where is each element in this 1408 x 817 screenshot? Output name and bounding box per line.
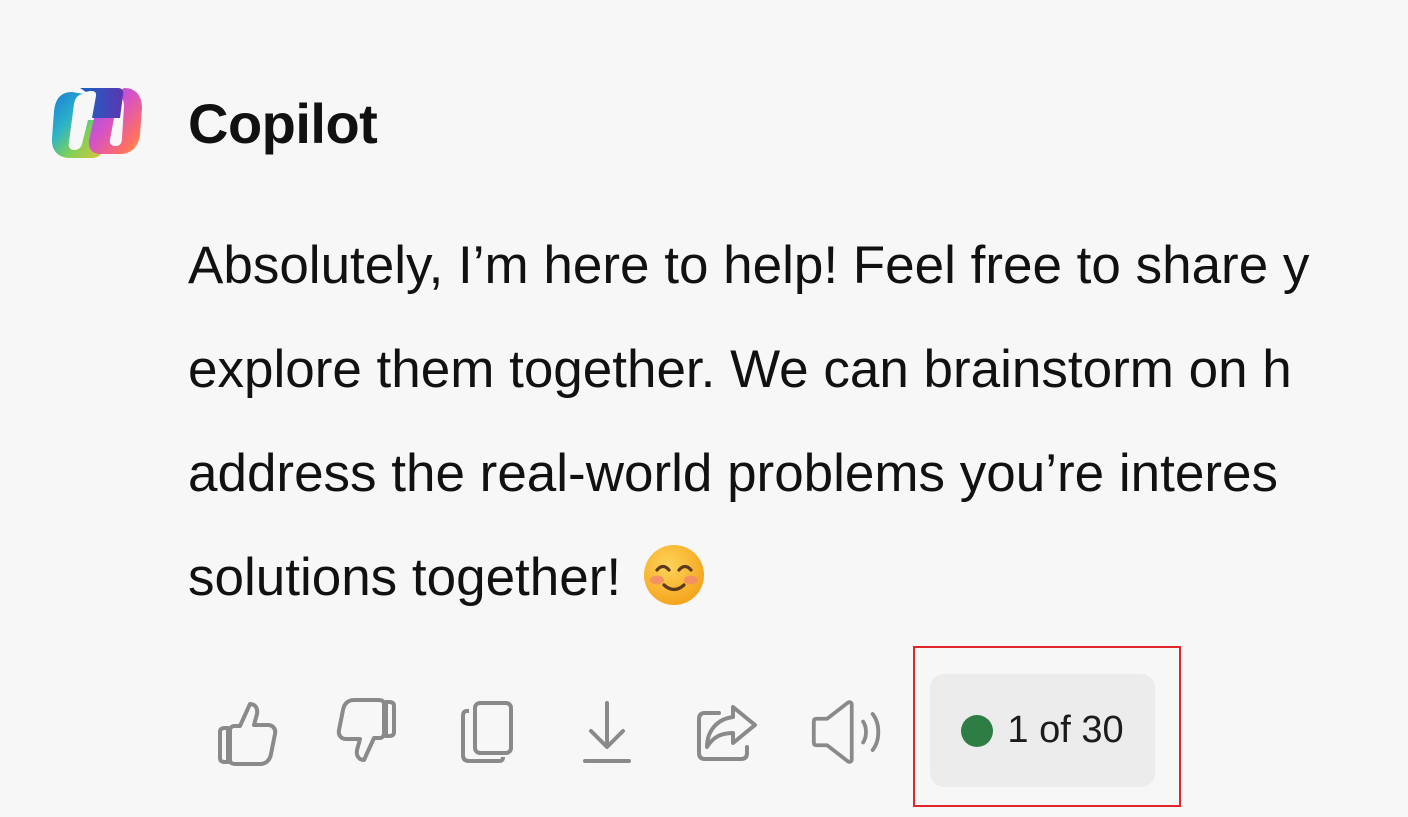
assistant-message: Absolutely, I’m here to help! Feel free …: [188, 214, 1408, 630]
smiling-face-icon: [644, 545, 705, 605]
response-counter[interactable]: 1 of 30: [930, 674, 1155, 787]
thumbs-down-icon: [336, 698, 396, 762]
export-button[interactable]: [570, 690, 644, 774]
message-line: Absolutely, I’m here to help! Feel free …: [188, 236, 1310, 295]
speaker-icon: [811, 700, 881, 764]
download-icon: [583, 701, 631, 763]
read-aloud-button[interactable]: [810, 690, 884, 774]
message-line: solutions together!: [188, 548, 622, 607]
message-line-last: solutions together!: [188, 526, 1408, 630]
response-counter-label: 1 of 30: [1007, 709, 1124, 751]
message-line: explore them together. We can brainstorm…: [188, 340, 1292, 399]
message-line: address the real-world problems you’re i…: [188, 444, 1278, 503]
dislike-button[interactable]: [330, 690, 404, 774]
copilot-logo-icon: [52, 88, 142, 158]
share-icon: [697, 705, 757, 761]
copy-icon: [461, 701, 513, 763]
assistant-name: Copilot: [188, 92, 378, 155]
like-button[interactable]: [210, 690, 284, 774]
status-dot: [961, 714, 994, 747]
copy-button[interactable]: [450, 690, 524, 774]
share-button[interactable]: [690, 690, 764, 774]
thumbs-up-icon: [218, 702, 278, 766]
